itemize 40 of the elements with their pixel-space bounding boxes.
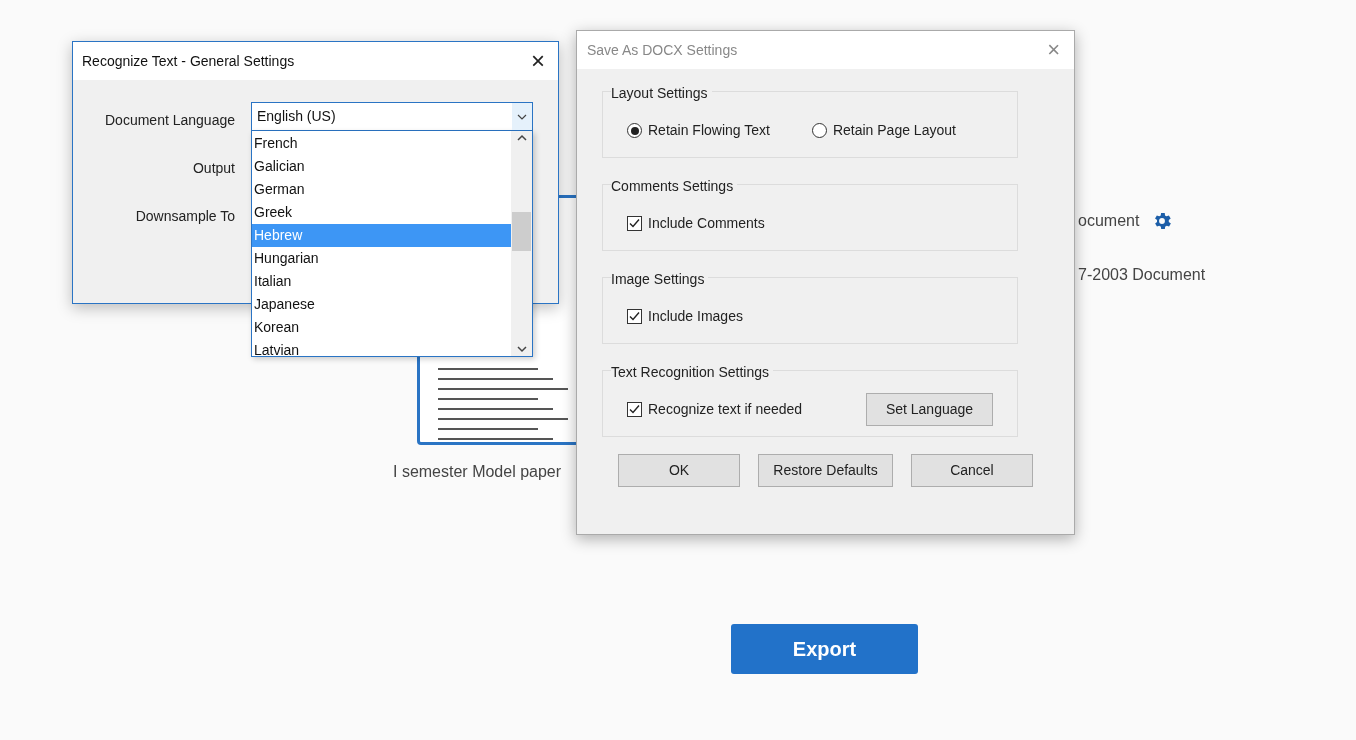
- close-button[interactable]: ×: [527, 49, 549, 73]
- radio-button[interactable]: [627, 123, 642, 138]
- checkbox[interactable]: [627, 402, 642, 417]
- close-button[interactable]: ×: [1043, 39, 1064, 61]
- dropdown-option[interactable]: Galician: [252, 155, 511, 178]
- dropdown-option[interactable]: Hungarian: [252, 247, 511, 270]
- dropdown-option[interactable]: Korean: [252, 316, 511, 339]
- checkbox-option[interactable]: Include Comments: [627, 213, 765, 234]
- language-dropdown[interactable]: English (US): [251, 102, 533, 131]
- scrollbar-thumb[interactable]: [512, 212, 531, 251]
- format-label[interactable]: ocument: [1078, 209, 1140, 233]
- export-button[interactable]: Export: [731, 624, 918, 674]
- thumbnail-caption: I semester Model paper: [393, 462, 562, 482]
- dropdown-option[interactable]: Greek: [252, 201, 511, 224]
- field-label: Output: [192, 159, 235, 178]
- dialog-button[interactable]: Cancel: [910, 454, 1033, 487]
- checkbox[interactable]: [627, 309, 642, 324]
- radio-option[interactable]: Retain Page Layout: [811, 120, 956, 141]
- window-title: Save As DOCX Settings: [587, 40, 738, 60]
- chevron-up-icon[interactable]: [515, 133, 528, 143]
- radio-option[interactable]: Retain Flowing Text: [627, 120, 770, 141]
- checkbox-option[interactable]: Include Images: [627, 306, 743, 327]
- set-language-button[interactable]: Set Language: [866, 393, 993, 426]
- dropdown-option[interactable]: German: [252, 178, 511, 201]
- format-label[interactable]: 7-2003 Document: [1078, 263, 1206, 287]
- dropdown-option[interactable]: French: [252, 132, 511, 155]
- field-label: Downsample To: [135, 207, 235, 226]
- scrollbar[interactable]: [511, 131, 532, 356]
- checkbox[interactable]: [627, 216, 642, 231]
- checkbox-option[interactable]: Recognize text if needed: [627, 399, 803, 420]
- chevron-down-icon[interactable]: [515, 344, 528, 354]
- field-label: Document Language: [105, 111, 235, 130]
- dropdown-option[interactable]: Italian: [252, 270, 511, 293]
- dialog-button[interactable]: OK: [618, 454, 741, 487]
- radio-button[interactable]: [811, 123, 827, 138]
- dropdown-option[interactable]: Japanese: [252, 293, 511, 316]
- chevron-down-icon: [512, 103, 532, 130]
- dropdown-option[interactable]: Latvian: [252, 339, 511, 356]
- window-title: Recognize Text - General Settings: [82, 51, 295, 71]
- dialog-button[interactable]: Restore Defaults: [758, 454, 893, 487]
